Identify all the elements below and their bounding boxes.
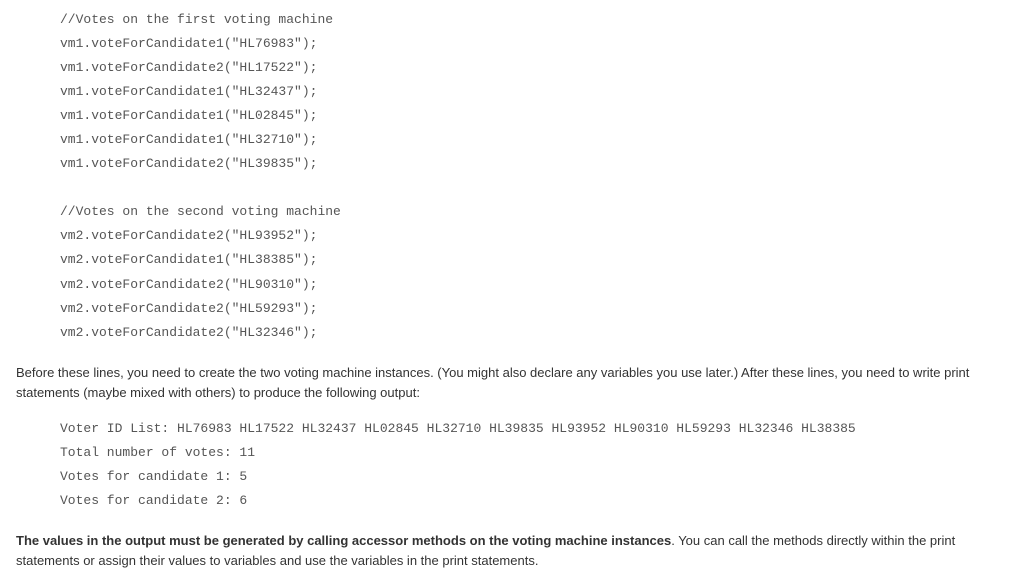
output-line: Votes for candidate 2: 6 bbox=[60, 489, 1008, 513]
code-comment: //Votes on the second voting machine bbox=[60, 200, 1008, 224]
output-line: Votes for candidate 1: 5 bbox=[60, 465, 1008, 489]
code-line: vm1.voteForCandidate1("HL32437"); bbox=[60, 80, 1008, 104]
instruction-paragraph-2: The values in the output must be generat… bbox=[16, 531, 1008, 571]
code-comment: //Votes on the first voting machine bbox=[60, 8, 1008, 32]
code-line: vm2.voteForCandidate2("HL32346"); bbox=[60, 321, 1008, 345]
output-line: Total number of votes: 11 bbox=[60, 441, 1008, 465]
code-line: vm1.voteForCandidate2("HL39835"); bbox=[60, 152, 1008, 176]
code-line: vm1.voteForCandidate2("HL17522"); bbox=[60, 56, 1008, 80]
instruction-bold: The values in the output must be generat… bbox=[16, 533, 671, 548]
code-line: vm2.voteForCandidate1("HL38385"); bbox=[60, 248, 1008, 272]
instruction-text: Before these lines, you need to create t… bbox=[16, 365, 969, 400]
code-block-votes: //Votes on the first voting machine vm1.… bbox=[16, 8, 1008, 345]
instruction-paragraph-1: Before these lines, you need to create t… bbox=[16, 363, 1008, 403]
code-line: vm1.voteForCandidate1("HL02845"); bbox=[60, 104, 1008, 128]
blank-line bbox=[60, 176, 1008, 200]
code-line: vm1.voteForCandidate1("HL76983"); bbox=[60, 32, 1008, 56]
code-line: vm2.voteForCandidate2("HL93952"); bbox=[60, 224, 1008, 248]
code-line: vm1.voteForCandidate1("HL32710"); bbox=[60, 128, 1008, 152]
code-line: vm2.voteForCandidate2("HL59293"); bbox=[60, 297, 1008, 321]
expected-output-block: Voter ID List: HL76983 HL17522 HL32437 H… bbox=[16, 417, 1008, 513]
code-line: vm2.voteForCandidate2("HL90310"); bbox=[60, 273, 1008, 297]
output-line: Voter ID List: HL76983 HL17522 HL32437 H… bbox=[60, 417, 1008, 441]
